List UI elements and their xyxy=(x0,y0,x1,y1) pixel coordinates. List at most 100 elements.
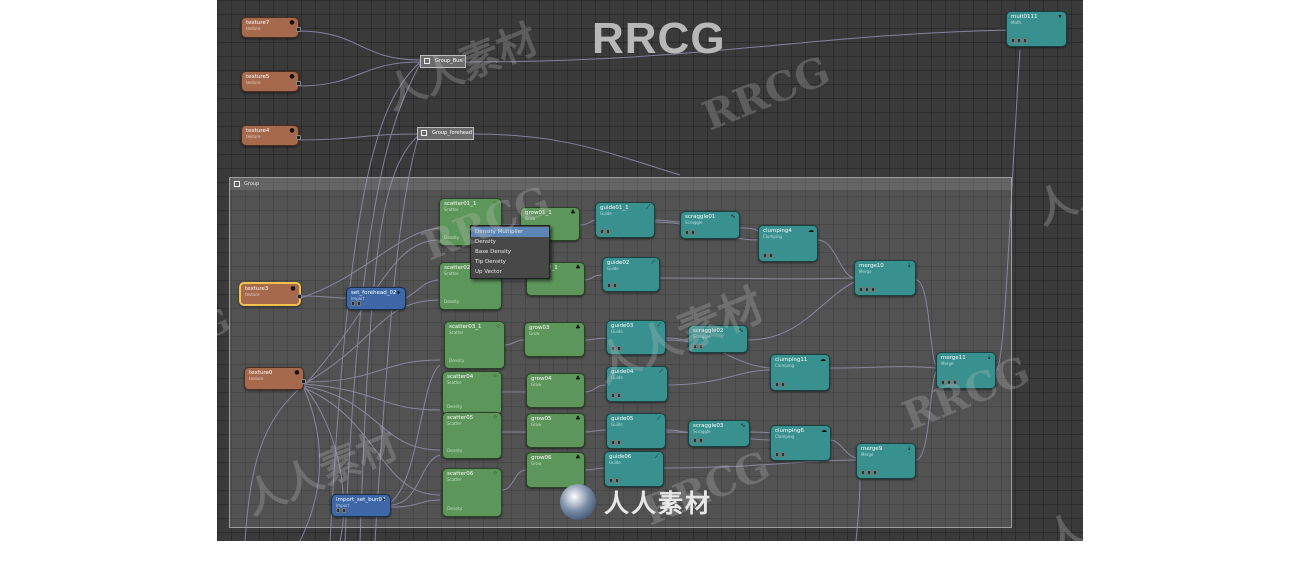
clumping4-node[interactable]: clumping4 Clumping ☁ xyxy=(758,225,818,262)
grow06-node[interactable]: grow06 Grow ♣ xyxy=(526,452,585,488)
clumping11-node[interactable]: clumping11 Clumping ☁ xyxy=(770,354,830,391)
input-port[interactable] xyxy=(781,382,785,387)
merge10-node[interactable]: merge10 Merge ⇣ xyxy=(854,260,916,296)
input-port[interactable] xyxy=(611,440,615,445)
scatter04-node[interactable]: scatter04 Scatter ⁘ Density xyxy=(442,371,502,415)
guide02-node[interactable]: guide02 Guide ⟋ xyxy=(602,257,660,292)
guide06-node[interactable]: guide06 Guide ⟋ xyxy=(604,451,664,487)
input-port[interactable] xyxy=(611,346,615,351)
group-node-label: Group_forehead xyxy=(432,130,473,136)
merge11-node[interactable]: merge11 Merge ⇣ xyxy=(936,352,996,389)
input-port[interactable] xyxy=(861,470,865,475)
input-port[interactable] xyxy=(781,452,785,457)
grow05-node[interactable]: grow05 Grow ♣ xyxy=(526,413,585,448)
output-port[interactable] xyxy=(296,81,301,86)
group-collapse-checkbox[interactable] xyxy=(234,181,240,187)
input-port[interactable] xyxy=(613,283,617,288)
input-label: Density xyxy=(447,506,463,511)
group-bun-node[interactable]: Group_Bun xyxy=(420,55,466,68)
texture5-node[interactable]: texture5 texture ● xyxy=(241,71,301,92)
scatter06-node[interactable]: scatter06 Scatter ⁘ Density xyxy=(442,468,502,517)
input-port[interactable] xyxy=(336,508,340,513)
port-context-menu: Density Multiplier Density Base Density … xyxy=(470,225,550,279)
input-port[interactable] xyxy=(357,301,361,306)
guide03-node[interactable]: guide03 Guide ⟋ xyxy=(606,320,666,355)
input-port[interactable] xyxy=(1017,38,1021,43)
menu-item-up-vector[interactable]: Up Vector xyxy=(471,267,549,277)
clumping6-node[interactable]: clumping6 Clumping ☁ xyxy=(770,425,831,461)
guide01-1-node[interactable]: guide01_1 Guide ⟋ xyxy=(595,202,655,238)
input-port[interactable] xyxy=(351,301,355,306)
input-port[interactable] xyxy=(873,470,877,475)
input-port[interactable] xyxy=(763,253,767,258)
input-port[interactable] xyxy=(691,230,695,235)
input-port[interactable] xyxy=(699,344,703,349)
input-port[interactable] xyxy=(606,229,610,234)
input-port[interactable] xyxy=(1011,38,1015,43)
input-port[interactable] xyxy=(941,380,945,385)
site-logo-watermark: 人人素材 xyxy=(560,484,712,520)
scatter-icon: ⁘ xyxy=(492,414,498,421)
output-port[interactable] xyxy=(301,379,306,384)
input-port[interactable] xyxy=(617,393,621,398)
group-checkbox[interactable] xyxy=(421,130,427,136)
guide-icon: ⟋ xyxy=(645,204,651,211)
grow04-node[interactable]: grow04 Grow ♣ xyxy=(526,373,585,408)
import-set-bun-node[interactable]: import_set_bun04 Import ▸ xyxy=(331,494,391,517)
grow-icon: ♣ xyxy=(575,375,581,382)
guide05-node[interactable]: guide05 Guide ⟋ xyxy=(606,413,666,449)
input-port[interactable] xyxy=(693,438,697,443)
input-port[interactable] xyxy=(775,452,779,457)
input-port[interactable] xyxy=(947,380,951,385)
output-port[interactable] xyxy=(296,135,301,140)
input-port[interactable] xyxy=(342,508,346,513)
input-port[interactable] xyxy=(611,393,615,398)
input-port[interactable] xyxy=(859,287,863,292)
clumping-icon: ☁ xyxy=(808,227,814,234)
scraggle02-node[interactable]: scraggle02 Scraggle ∿ xyxy=(688,325,748,353)
group-forehead-node[interactable]: Group_forehead xyxy=(417,127,474,140)
input-port[interactable] xyxy=(769,253,773,258)
texture4-node[interactable]: texture4 texture ● xyxy=(241,125,301,146)
input-port[interactable] xyxy=(699,438,703,443)
menu-item-density[interactable]: Density xyxy=(471,237,549,247)
input-port[interactable] xyxy=(1023,38,1027,43)
merge9-node[interactable]: merge9 Merge ⇣ xyxy=(856,443,916,479)
texture3-node[interactable]: texture3 texture ● xyxy=(239,282,302,306)
output-port[interactable] xyxy=(297,294,302,299)
output-port[interactable] xyxy=(296,27,301,32)
menu-item-base-density[interactable]: Base Density xyxy=(471,247,549,257)
input-port[interactable] xyxy=(693,344,697,349)
input-port[interactable] xyxy=(609,478,613,483)
input-label: Density xyxy=(447,448,463,453)
scraggle03-node[interactable]: scraggle03 Scraggle ∿ xyxy=(688,420,750,447)
watermark-cn: 人人素材 xyxy=(13,130,180,235)
input-port[interactable] xyxy=(617,346,621,351)
group-header[interactable]: Group xyxy=(230,178,1011,190)
input-port[interactable] xyxy=(871,287,875,292)
texture7-node[interactable]: texture7 texture ● xyxy=(241,17,301,38)
scatter05-node[interactable]: scatter05 Scatter ⁘ Density xyxy=(442,412,502,459)
mult0111-node[interactable]: mult0111 Math ▾ xyxy=(1006,11,1067,47)
node-type: Scraggle xyxy=(693,429,711,434)
input-port[interactable] xyxy=(867,470,871,475)
scatter03-1-node[interactable]: scatter03_1 Scatter ⁘ Density xyxy=(444,321,505,369)
input-port[interactable] xyxy=(600,229,604,234)
set-forehead-node[interactable]: set_forehead_02 Import ▸ xyxy=(346,287,406,310)
input-port[interactable] xyxy=(617,440,621,445)
input-port[interactable] xyxy=(685,230,689,235)
input-port[interactable] xyxy=(953,380,957,385)
input-port[interactable] xyxy=(775,382,779,387)
group-checkbox[interactable] xyxy=(424,58,430,64)
menu-item-tip-density[interactable]: Tip Density xyxy=(471,257,549,267)
input-port[interactable] xyxy=(865,287,869,292)
menu-item-density-multiplier[interactable]: Density Multiplier xyxy=(471,227,549,237)
node-type: Scatter xyxy=(444,271,459,276)
scraggle01-node[interactable]: scraggle01 Scraggle ∿ xyxy=(680,211,740,239)
texture0-node[interactable]: texture0 texture ● xyxy=(244,367,306,390)
node-type: texture xyxy=(249,376,264,381)
input-port[interactable] xyxy=(615,478,619,483)
input-port[interactable] xyxy=(607,283,611,288)
grow03-node[interactable]: grow03 Grow ♣ xyxy=(524,322,585,357)
guide04-node[interactable]: guide04 Guide ⟋ xyxy=(606,366,668,402)
